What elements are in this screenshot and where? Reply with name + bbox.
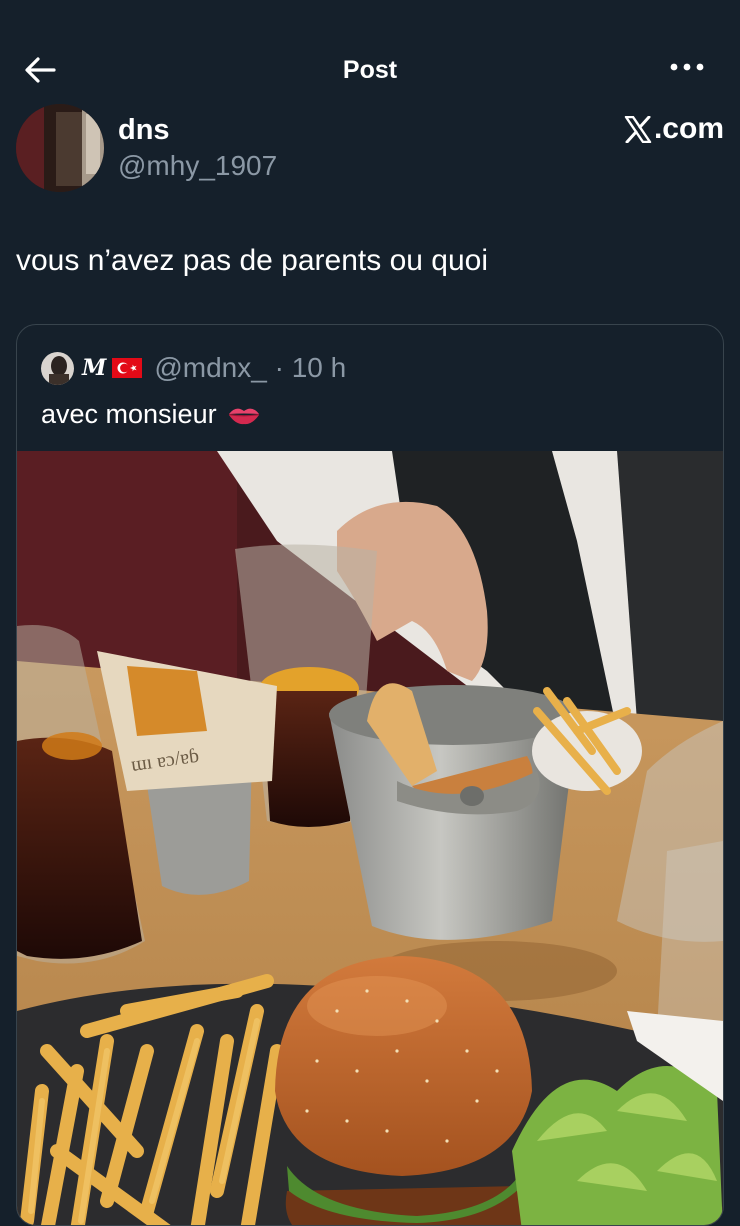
post-author: dns @mhy_1907 .com: [16, 104, 724, 194]
turkey-flag-icon: [112, 358, 143, 378]
page-title: Post: [342, 56, 398, 84]
quoted-text-row: avec monsieur: [41, 399, 261, 430]
brand-text: .com: [653, 112, 724, 145]
x-com-brand: .com: [624, 112, 724, 146]
more-horizontal-icon: [670, 63, 704, 71]
meta-separator: ·: [266, 352, 292, 383]
author-handle[interactable]: @mhy_1907: [118, 150, 277, 182]
more-button[interactable]: [670, 54, 704, 80]
top-bar: Post: [0, 38, 740, 98]
lips-emoji-icon: [228, 408, 259, 424]
author-display-name[interactable]: dns: [118, 114, 170, 147]
post-text: vous n’avez pas de parents ou quoi: [16, 244, 488, 277]
quoted-media-photo[interactable]: ɯı ɐɔ/ɐɓ: [17, 451, 723, 1225]
quoted-post-header: M @mdnx_ · 10 h: [41, 351, 346, 385]
quoted-handle[interactable]: @mdnx_: [154, 352, 266, 384]
quoted-timestamp[interactable]: 10 h: [292, 352, 347, 384]
quoted-display-name[interactable]: M: [82, 355, 106, 381]
quoted-post[interactable]: M @mdnx_ · 10 h avec monsieur ɯı ɐɔ/ɐɓ: [16, 324, 724, 1226]
quoted-text: avec monsieur: [41, 399, 217, 429]
quoted-author-avatar[interactable]: [41, 351, 74, 385]
x-logo-icon: [624, 115, 652, 143]
author-avatar[interactable]: [16, 104, 104, 192]
